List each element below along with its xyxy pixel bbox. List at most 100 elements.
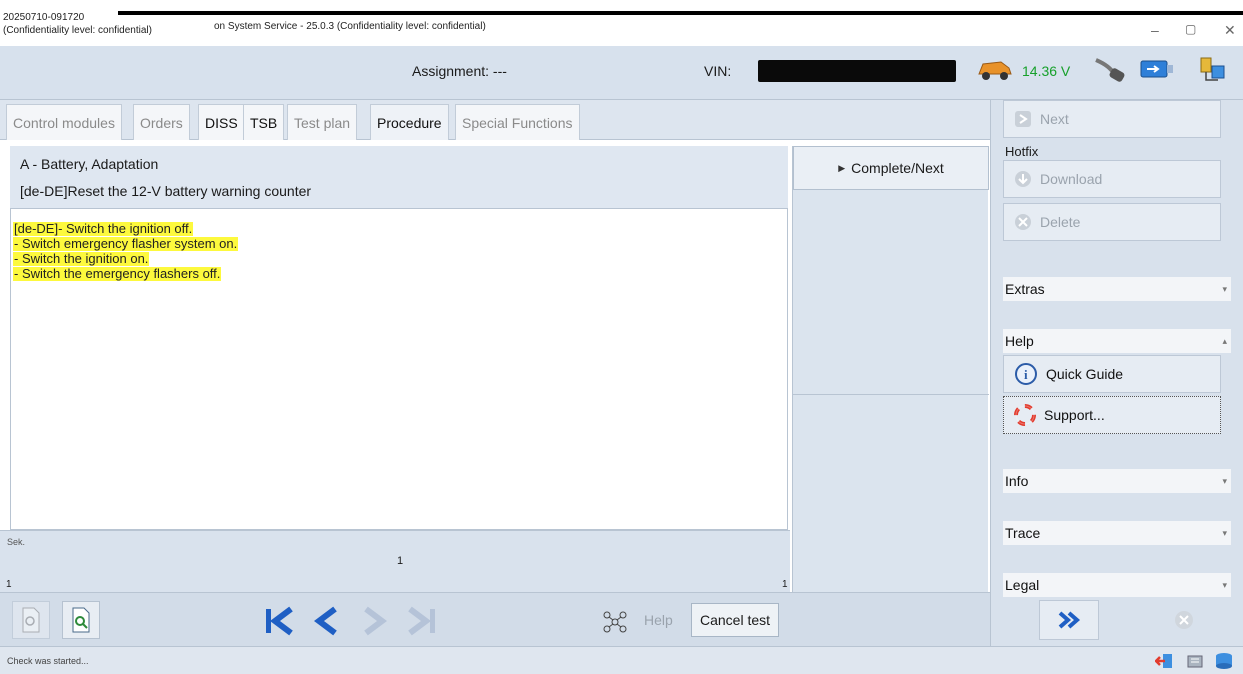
info-icon: i xyxy=(1015,363,1037,385)
chevron-down-icon: ▾ xyxy=(1222,580,1227,590)
column-divider xyxy=(793,394,989,395)
download-icon xyxy=(1015,171,1031,187)
chevron-down-icon: ▾ xyxy=(1222,476,1227,486)
lifebuoy-icon xyxy=(1014,404,1036,426)
tab-orders[interactable]: Orders xyxy=(133,104,190,140)
window-title-bar: 20250710-091720 (Confidentiality level: … xyxy=(0,0,1243,46)
interface-icon xyxy=(1140,60,1173,78)
cancel-panel-button[interactable] xyxy=(1154,600,1214,640)
procedure-action-column: ▶ Complete/Next xyxy=(792,146,989,592)
assignment-label: Assignment: --- xyxy=(412,63,507,79)
instruction-line: - Switch the ignition on. xyxy=(13,251,150,266)
document-icon xyxy=(22,607,40,633)
bottom-toolbar: Help Cancel test xyxy=(0,592,990,646)
support-button[interactable]: Support... xyxy=(1003,396,1221,434)
tab-control-modules[interactable]: Control modules xyxy=(6,104,122,140)
last-step-icon xyxy=(408,606,435,636)
window-title-confidentiality: (Confidentiality level: confidential) xyxy=(3,25,152,36)
extras-label: Extras xyxy=(1005,281,1045,297)
minimize-button[interactable]: – xyxy=(1151,22,1159,38)
tab-bar: Control modules Orders DISS TSB Test pla… xyxy=(0,100,990,140)
play-icon: ▶ xyxy=(838,162,846,173)
right-panel: Next Hotfix Download Delete Extras ▾ Hel… xyxy=(990,100,1243,646)
delete-label: Delete xyxy=(1040,214,1081,230)
document-view-button[interactable] xyxy=(12,601,50,639)
network-diagram-icon xyxy=(603,611,627,633)
complete-next-label: Complete/Next xyxy=(851,160,944,176)
cancel-test-button[interactable]: Cancel test xyxy=(691,603,780,637)
cancel-icon xyxy=(1175,611,1193,629)
instruction-line: - Switch the emergency flashers off. xyxy=(13,266,222,281)
hotfix-label: Hotfix xyxy=(1005,144,1039,159)
delete-icon xyxy=(1015,214,1031,230)
help-section-label: Help xyxy=(1005,333,1034,349)
step-counter-value: 1 xyxy=(397,555,404,567)
info-section-header[interactable]: Info ▾ xyxy=(1003,469,1231,493)
document-search-icon xyxy=(72,607,90,633)
svg-text:i: i xyxy=(1024,367,1028,382)
forward-button[interactable] xyxy=(1039,600,1099,640)
first-step-button[interactable] xyxy=(259,601,299,641)
legal-label: Legal xyxy=(1005,577,1040,593)
procedure-subtitle: [de-DE]Reset the 12-V battery warning co… xyxy=(20,183,312,199)
network-icon xyxy=(1200,57,1225,81)
help-section-header[interactable]: Help ▴ xyxy=(1003,329,1231,353)
chevron-up-icon: ▴ xyxy=(1222,336,1227,346)
window-title-timestamp: 20250710-091720 xyxy=(3,12,85,23)
redaction-bar xyxy=(118,11,1243,15)
next-icon xyxy=(1015,111,1031,127)
previous-step-button[interactable] xyxy=(307,601,347,641)
step-range-start: 1 xyxy=(6,579,12,590)
procedure-title: A - Battery, Adaptation xyxy=(20,156,159,172)
download-label: Download xyxy=(1040,171,1103,187)
info-label: Info xyxy=(1005,473,1029,489)
delete-button[interactable]: Delete xyxy=(1003,203,1221,241)
first-step-icon xyxy=(266,606,293,636)
step-range-end: 1 xyxy=(782,579,788,590)
settings-icon[interactable] xyxy=(1186,653,1204,669)
seconds-label: Sek. xyxy=(7,537,26,547)
next-step-button[interactable] xyxy=(354,601,394,641)
window-title-app: on System Service - 25.0.3 (Confidential… xyxy=(214,21,486,32)
vin-redaction xyxy=(758,60,956,82)
status-text: Check was started... xyxy=(7,656,89,666)
battery-voltage: 14.36 V xyxy=(1022,63,1071,79)
tab-procedure[interactable]: Procedure xyxy=(370,104,449,140)
trace-section-header[interactable]: Trace ▾ xyxy=(1003,521,1231,545)
legal-section-header[interactable]: Legal ▾ xyxy=(1003,573,1231,597)
chevron-down-icon: ▾ xyxy=(1222,284,1227,294)
complete-next-button[interactable]: ▶ Complete/Next xyxy=(793,146,989,190)
chevron-down-icon: ▾ xyxy=(1222,528,1227,538)
tab-tsb[interactable]: TSB xyxy=(243,104,285,140)
next-label: Next xyxy=(1040,111,1069,127)
trace-label: Trace xyxy=(1005,525,1041,541)
instruction-line: - Switch emergency flasher system on. xyxy=(13,236,239,251)
help-button[interactable]: Help xyxy=(640,603,677,637)
maximize-button[interactable]: ▢ xyxy=(1185,22,1196,36)
download-button[interactable]: Download xyxy=(1003,160,1221,198)
car-battery-icon xyxy=(978,61,1012,80)
close-button[interactable]: ✕ xyxy=(1224,22,1236,39)
double-chevron-right-icon xyxy=(1058,611,1081,629)
cable-icon xyxy=(1095,58,1125,82)
tab-diss[interactable]: DISS xyxy=(198,104,245,140)
instruction-text-area[interactable]: [de-DE]- Switch the ignition off. - Swit… xyxy=(10,208,788,530)
last-step-button[interactable] xyxy=(402,601,442,641)
database-icon[interactable] xyxy=(1214,652,1234,670)
step-counter-area: Sek. 1 1 1 xyxy=(0,530,790,592)
tab-test-plan[interactable]: Test plan xyxy=(287,104,358,140)
chevron-left-icon xyxy=(314,606,337,636)
quick-guide-button[interactable]: i Quick Guide xyxy=(1003,355,1221,393)
vin-label: VIN: xyxy=(704,63,732,79)
instruction-line: [de-DE]- Switch the ignition off. xyxy=(13,221,194,236)
document-search-button[interactable] xyxy=(62,601,100,639)
quick-guide-label: Quick Guide xyxy=(1046,366,1124,382)
status-bar: Check was started... xyxy=(0,646,1243,674)
exit-icon[interactable] xyxy=(1155,653,1173,669)
next-button[interactable]: Next xyxy=(1003,100,1221,138)
network-diagram-button[interactable] xyxy=(600,607,630,637)
procedure-header: A - Battery, Adaptation [de-DE]Reset the… xyxy=(10,146,788,208)
vehicle-info-bar: Assignment: --- VIN: 14.36 V xyxy=(0,46,1243,100)
tab-special-functions[interactable]: Special Functions xyxy=(455,104,580,140)
extras-section-header[interactable]: Extras ▾ xyxy=(1003,277,1231,301)
